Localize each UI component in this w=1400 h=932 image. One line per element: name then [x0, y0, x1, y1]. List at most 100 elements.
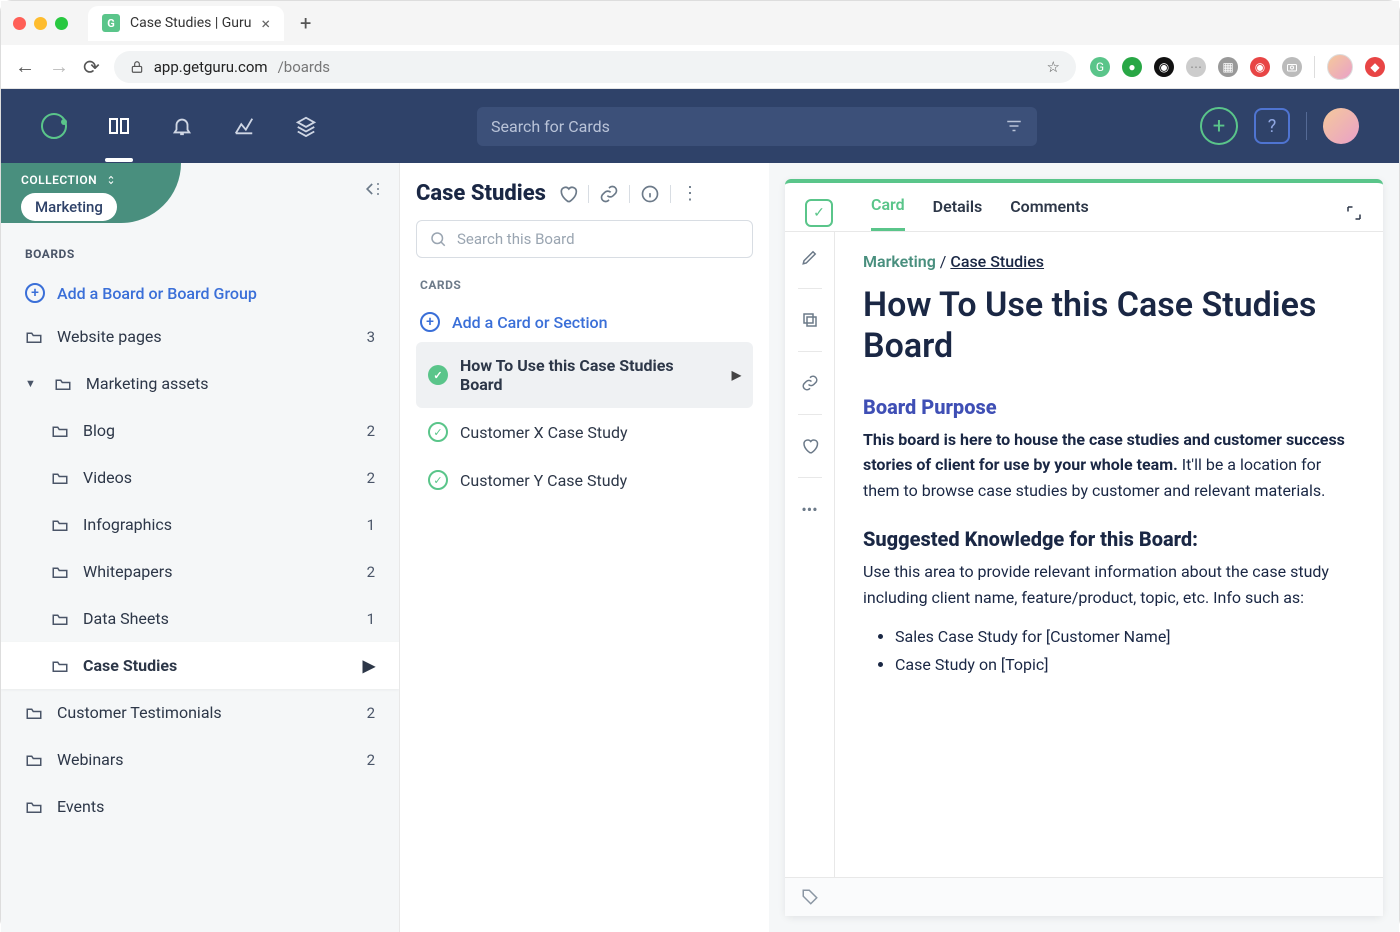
section-heading-purpose: Board Purpose — [863, 395, 1355, 419]
board-label: Blog — [83, 421, 115, 440]
board-label: Customer Testimonials — [57, 703, 222, 722]
edit-icon[interactable] — [801, 248, 819, 266]
filter-icon[interactable] — [1005, 117, 1023, 135]
card-item-customer-x[interactable]: ✓ Customer X Case Study — [416, 408, 753, 456]
extension-guru-icon[interactable]: G — [1090, 57, 1110, 77]
tab-card[interactable]: Card — [871, 195, 905, 231]
extension-icon[interactable]: ◉ — [1154, 57, 1174, 77]
reload-button[interactable]: ⟳ — [83, 55, 100, 79]
folder-icon — [25, 798, 43, 816]
extension-icon[interactable]: ● — [1122, 57, 1142, 77]
browser-tab[interactable]: G Case Studies | Guru × — [88, 6, 284, 41]
board-item-customer-testimonials[interactable]: Customer Testimonials 2 — [1, 689, 399, 736]
nav-notifications-icon[interactable] — [171, 115, 193, 137]
board-item-webinars[interactable]: Webinars 2 — [1, 736, 399, 783]
cards-section-label: CARDS — [420, 278, 753, 292]
board-label: Infographics — [83, 515, 172, 534]
plus-circle-icon: + — [420, 312, 440, 332]
list-item: Case Study on [Topic] — [895, 651, 1355, 680]
chevron-down-icon[interactable]: ▼ — [25, 377, 36, 390]
info-icon[interactable] — [640, 184, 660, 204]
folder-icon — [25, 751, 43, 769]
extension-icon[interactable]: ◆ — [1365, 57, 1385, 77]
breadcrumb: Marketing / Case Studies — [863, 252, 1355, 271]
board-item-videos[interactable]: Videos 2 — [1, 454, 399, 501]
link-icon[interactable] — [599, 184, 619, 204]
close-tab-icon[interactable]: × — [262, 14, 271, 33]
browser-chrome: G Case Studies | Guru × + ← → ⟳ app.getg… — [1, 1, 1399, 89]
section-paragraph: Use this area to provide relevant inform… — [863, 559, 1355, 610]
collection-name[interactable]: Marketing — [21, 193, 117, 221]
add-card-button[interactable]: + Add a Card or Section — [416, 302, 753, 342]
forward-button[interactable]: → — [49, 54, 69, 79]
folder-icon — [51, 563, 69, 581]
tab-comments[interactable]: Comments — [1010, 197, 1088, 230]
nav-library-icon[interactable] — [107, 114, 131, 138]
window-controls[interactable] — [13, 17, 68, 30]
lock-icon — [130, 60, 144, 74]
plus-circle-icon: + — [25, 283, 45, 303]
card-item-how-to-use[interactable]: ✓ How To Use this Case Studies Board ▶ — [416, 342, 753, 408]
sidebar: COLLECTION Marketing BOARDS + Add a Boar… — [1, 163, 399, 932]
board-search-input[interactable]: Search this Board — [416, 220, 753, 258]
boards-section-label: BOARDS — [1, 223, 399, 273]
board-item-events[interactable]: Events — [1, 783, 399, 830]
add-card-label: Add a Card or Section — [452, 313, 608, 332]
card-toolbar: ••• — [785, 232, 835, 877]
board-count: 1 — [367, 610, 375, 628]
extension-icon[interactable]: ▦ — [1218, 57, 1238, 77]
board-item-marketing-assets[interactable]: ▼ Marketing assets — [1, 360, 399, 407]
card-item-customer-y[interactable]: ✓ Customer Y Case Study — [416, 456, 753, 504]
card-label: Customer Y Case Study — [460, 471, 627, 490]
board-label: Marketing assets — [86, 374, 209, 393]
favorite-icon[interactable] — [801, 437, 819, 455]
verify-badge[interactable]: ✓ — [805, 199, 833, 227]
board-label: Case Studies — [83, 656, 177, 675]
back-button[interactable]: ← — [15, 54, 35, 79]
tag-bar[interactable] — [785, 877, 1383, 916]
board-label: Whitepapers — [83, 562, 172, 581]
folder-icon — [51, 657, 69, 675]
board-item-website-pages[interactable]: Website pages 3 — [1, 313, 399, 360]
create-button[interactable]: + — [1200, 107, 1238, 145]
bookmark-star-icon[interactable]: ☆ — [1047, 58, 1060, 76]
new-tab-button[interactable]: + — [292, 11, 319, 35]
tab-title: Case Studies | Guru — [130, 15, 252, 31]
nav-analytics-icon[interactable] — [233, 115, 255, 137]
board-item-infographics[interactable]: Infographics 1 — [1, 501, 399, 548]
board-item-case-studies[interactable]: Case Studies ▶ — [1, 642, 399, 689]
collapse-sidebar-icon[interactable] — [363, 179, 383, 199]
expand-icon[interactable] — [1345, 204, 1363, 222]
tag-icon — [801, 888, 819, 906]
address-bar[interactable]: app.getguru.com/boards ☆ — [114, 51, 1076, 83]
breadcrumb-board[interactable]: Case Studies — [950, 252, 1044, 271]
collection-header[interactable]: COLLECTION Marketing — [1, 163, 181, 223]
extension-icon[interactable]: ⋯ — [1186, 57, 1206, 77]
board-item-data-sheets[interactable]: Data Sheets 1 — [1, 595, 399, 642]
copy-icon[interactable] — [801, 311, 819, 329]
help-button[interactable]: ? — [1254, 108, 1290, 144]
app-logo[interactable] — [41, 113, 67, 139]
more-icon[interactable]: ••• — [801, 500, 817, 519]
extension-camera-icon[interactable] — [1282, 57, 1302, 77]
nav-layers-icon[interactable] — [295, 115, 317, 137]
board-label: Events — [57, 797, 104, 816]
board-label: Website pages — [57, 327, 162, 346]
favorite-icon[interactable] — [558, 184, 578, 204]
search-input[interactable]: Search for Cards — [477, 107, 1037, 146]
board-item-whitepapers[interactable]: Whitepapers 2 — [1, 548, 399, 595]
profile-avatar[interactable] — [1327, 54, 1353, 80]
extension-icon[interactable]: ◉ — [1250, 57, 1270, 77]
tab-details[interactable]: Details — [933, 197, 983, 230]
more-icon[interactable]: ⋮ — [681, 183, 699, 204]
folder-icon — [54, 375, 72, 393]
add-board-button[interactable]: + Add a Board or Board Group — [1, 273, 399, 313]
collection-dropdown-icon[interactable] — [105, 174, 117, 186]
section-heading-suggested: Suggested Knowledge for this Board: — [863, 527, 1355, 551]
link-icon[interactable] — [801, 374, 819, 392]
board-count: 2 — [367, 563, 375, 581]
board-count: 2 — [367, 751, 375, 769]
user-avatar[interactable] — [1323, 108, 1359, 144]
board-item-blog[interactable]: Blog 2 — [1, 407, 399, 454]
breadcrumb-collection[interactable]: Marketing — [863, 252, 936, 271]
